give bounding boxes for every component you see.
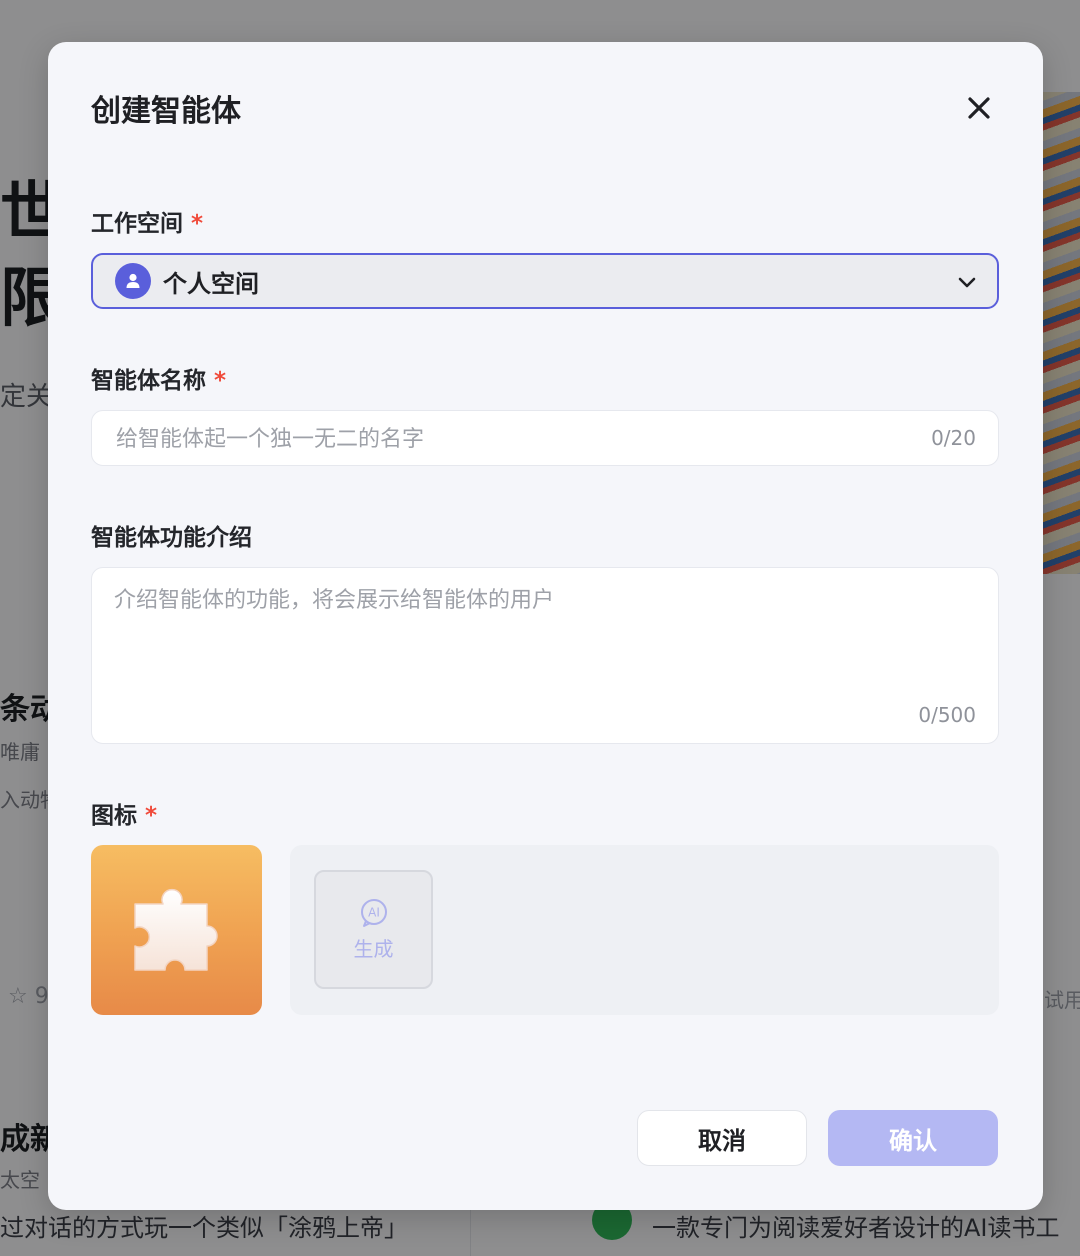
confirm-button[interactable]: 确认 xyxy=(828,1110,998,1166)
workspace-label-text: 工作空间 xyxy=(91,211,183,237)
ai-icon: AI xyxy=(360,899,387,927)
ai-generate-icon-button[interactable]: AI 生成 xyxy=(314,870,433,989)
workspace-selected-value: 个人空间 xyxy=(163,269,259,298)
chevron-down-icon xyxy=(958,277,976,288)
agent-description-textarea[interactable] xyxy=(114,582,974,692)
puzzle-piece-icon xyxy=(133,888,218,971)
ai-generate-label: 生成 xyxy=(353,937,394,961)
agent-description-counter: 0/500 xyxy=(918,703,976,727)
agent-name-counter: 0/20 xyxy=(931,426,976,450)
required-mark: * xyxy=(214,368,227,394)
agent-name-field: 0/20 xyxy=(91,410,999,467)
workspace-select[interactable]: 个人空间 xyxy=(91,253,999,309)
create-agent-dialog: 创建智能体 工作空间 * 个人空间 智能体名称 * 0/20 智能体功能介绍 0/5… xyxy=(48,42,1043,1210)
agent-name-input[interactable] xyxy=(114,411,878,467)
agent-name-label-text: 智能体名称 xyxy=(91,368,206,394)
close-icon xyxy=(968,97,990,119)
agent-description-field: 0/500 xyxy=(91,567,999,744)
icon-label: 图标 * xyxy=(91,796,157,830)
agent-name-label: 智能体名称 * xyxy=(91,361,226,395)
required-mark: * xyxy=(145,803,158,829)
selected-agent-icon[interactable] xyxy=(91,845,262,1015)
icon-label-text: 图标 xyxy=(91,803,137,829)
person-icon xyxy=(115,263,151,299)
svg-text:AI: AI xyxy=(368,906,380,920)
cancel-button[interactable]: 取消 xyxy=(637,1110,807,1166)
required-mark: * xyxy=(191,211,204,237)
agent-description-label: 智能体功能介绍 xyxy=(91,525,252,551)
dialog-title: 创建智能体 xyxy=(91,94,241,129)
icon-options-panel: AI 生成 xyxy=(290,845,999,1015)
workspace-label: 工作空间 * xyxy=(91,204,203,238)
close-button[interactable] xyxy=(965,94,993,122)
